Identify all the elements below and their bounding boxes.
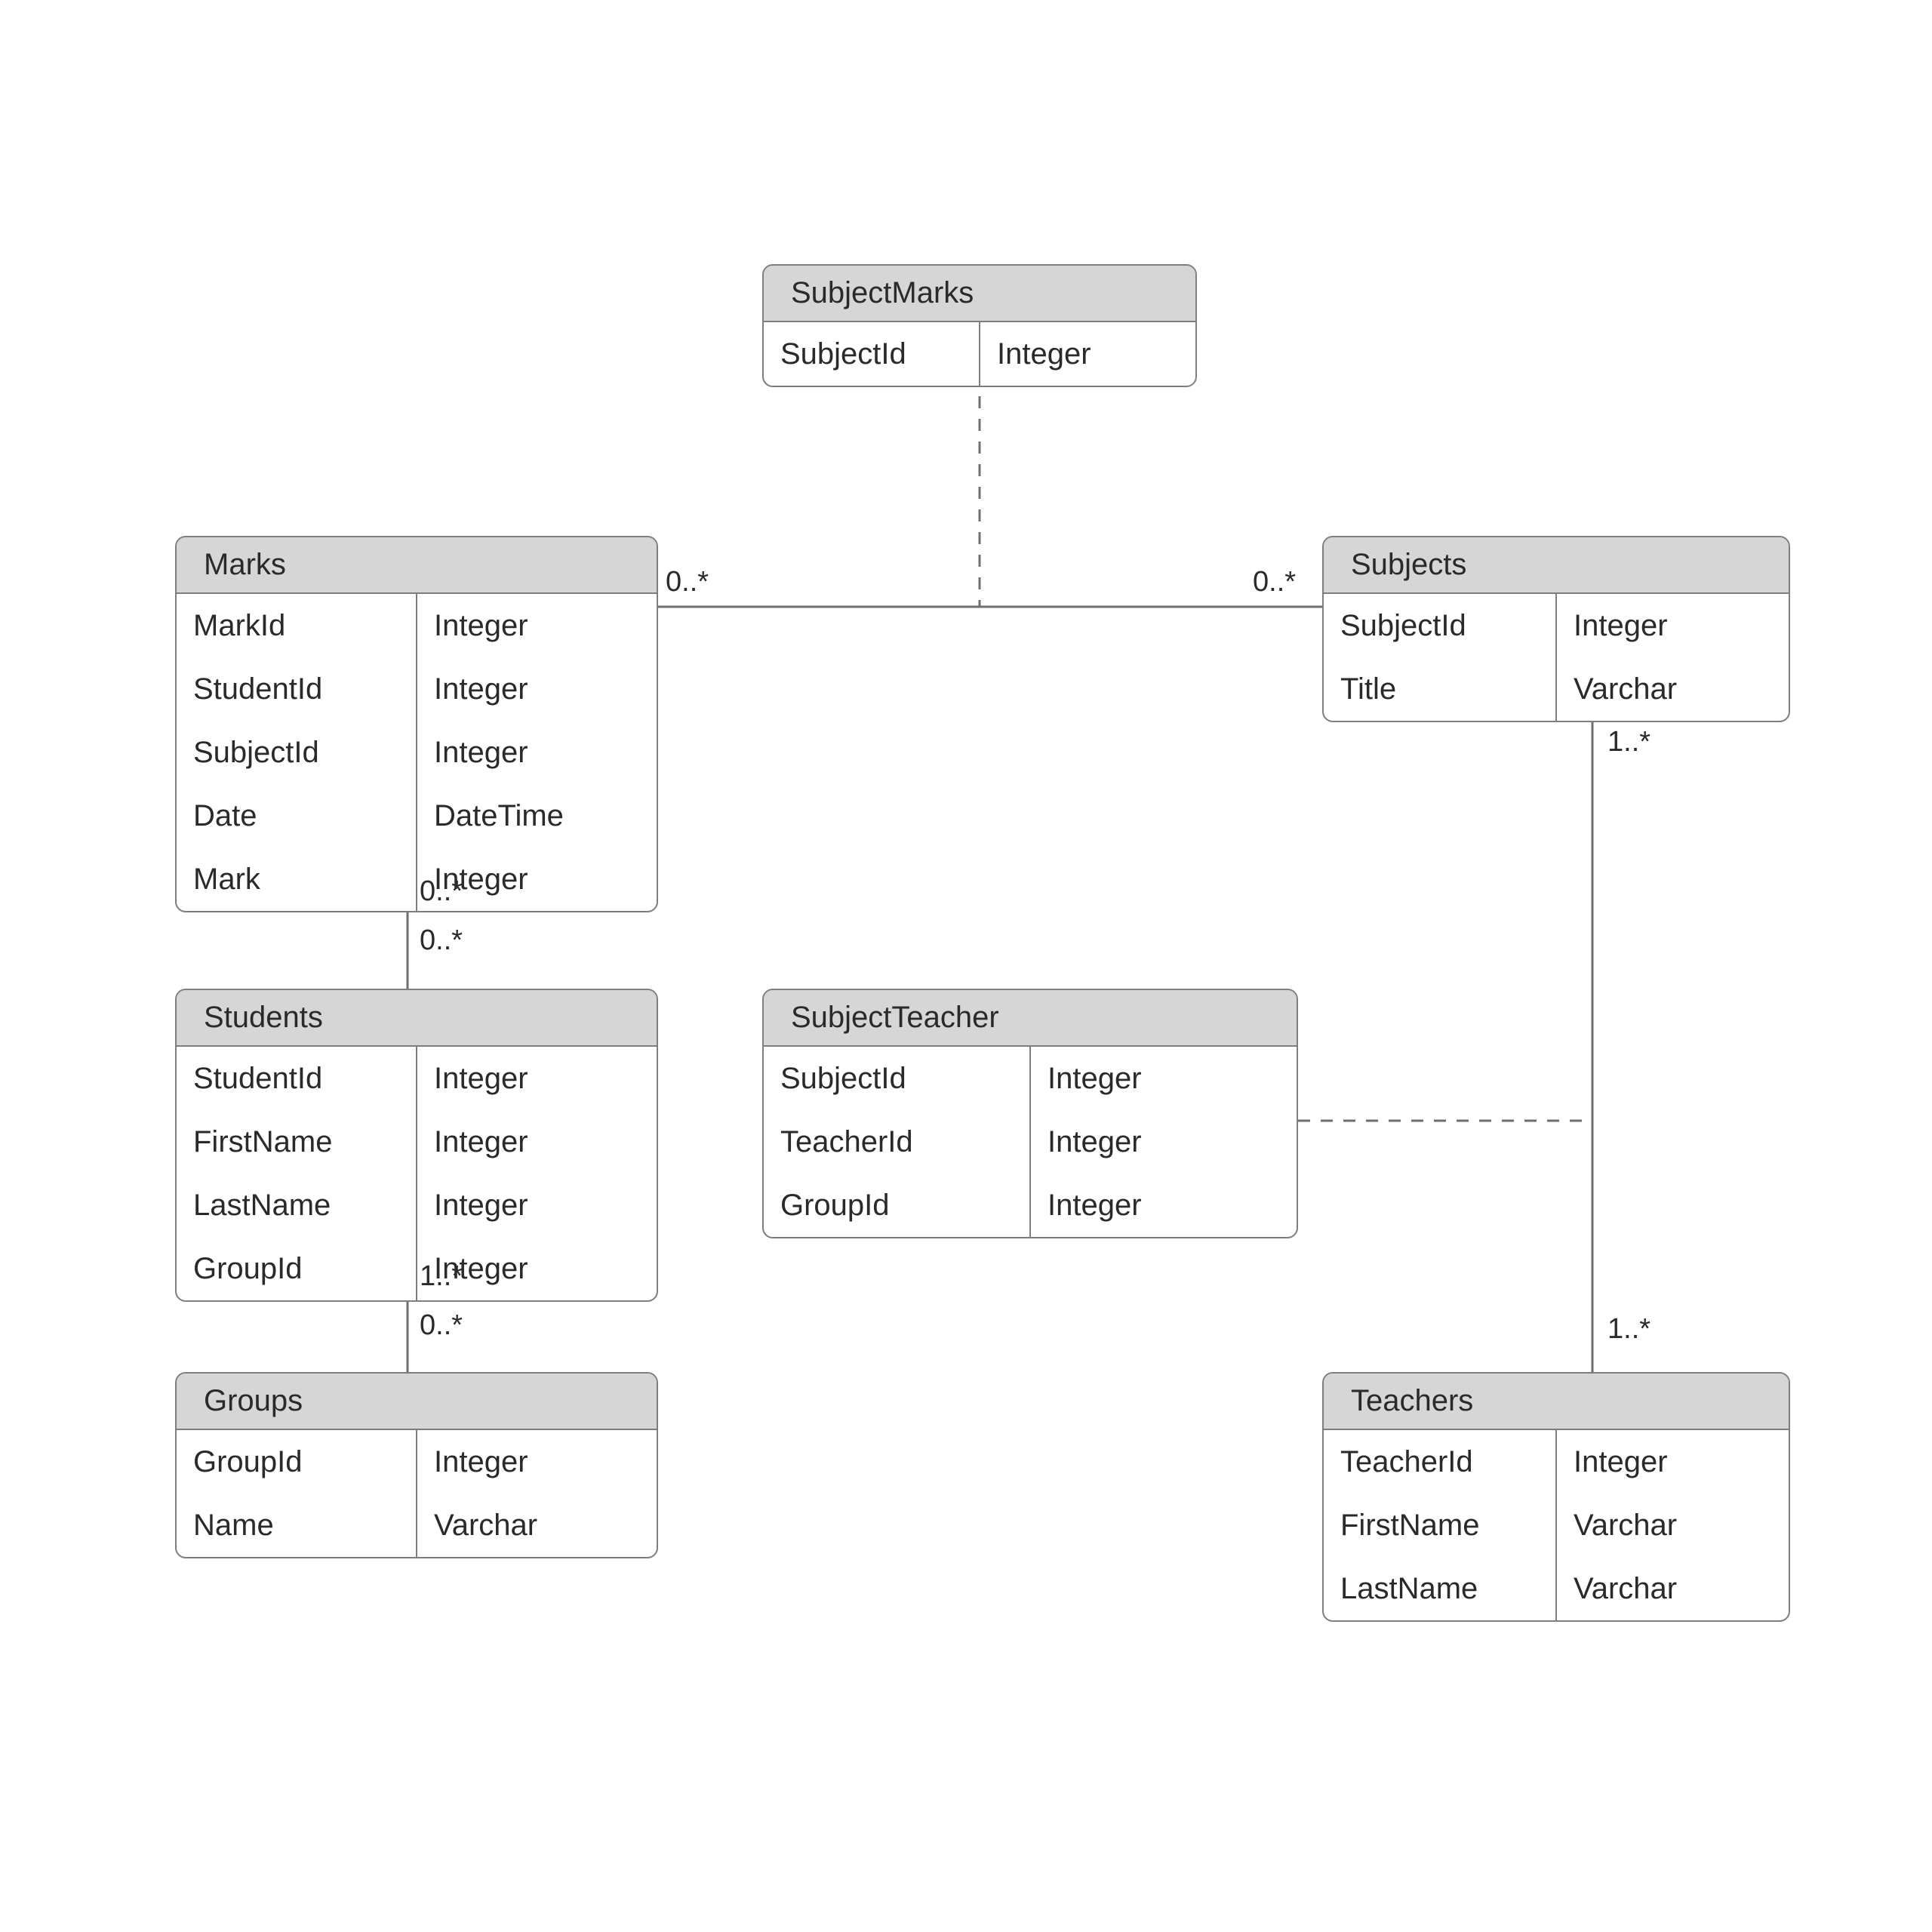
field-name: GroupId [177,1237,416,1300]
field-name: Title [1324,657,1555,721]
field-type: Integer [1557,1430,1789,1494]
field-type: Integer [417,1110,657,1174]
field-type: Varchar [1557,657,1789,721]
field-type: Integer [417,721,657,784]
field-name: Mark [177,848,416,911]
field-type: Integer [1031,1174,1297,1237]
field-name: LastName [1324,1557,1555,1620]
field-type: Integer [980,322,1195,386]
entity-subjectteacher: SubjectTeacher SubjectId TeacherId Group… [762,989,1298,1238]
entity-title: Subjects [1324,537,1789,594]
entity-title: Marks [177,537,657,594]
field-type: Integer [417,1047,657,1110]
entity-marks: Marks MarkId StudentId SubjectId Date Ma… [175,536,658,912]
entity-groups: Groups GroupId Name Integer Varchar [175,1372,658,1558]
multiplicity-label: 1..* [1607,1313,1651,1346]
field-type: Integer [417,1430,657,1494]
field-name: MarkId [177,594,416,657]
entity-students: Students StudentId FirstName LastName Gr… [175,989,658,1302]
field-name: GroupId [764,1174,1029,1237]
field-type: Integer [1557,594,1789,657]
field-name: LastName [177,1174,416,1237]
multiplicity-label: 0..* [666,566,709,598]
field-name: GroupId [177,1430,416,1494]
multiplicity-label: 0..* [420,875,463,908]
er-diagram-canvas: SubjectMarks SubjectId Integer Marks Mar… [0,0,1932,1932]
field-name: Name [177,1494,416,1557]
entity-teachers: Teachers TeacherId FirstName LastName In… [1322,1372,1790,1622]
field-type: Integer [417,594,657,657]
multiplicity-label: 0..* [1253,566,1296,598]
field-name: SubjectId [764,1047,1029,1110]
field-name: StudentId [177,657,416,721]
multiplicity-label: 1..* [420,1260,463,1293]
field-name: FirstName [1324,1494,1555,1557]
field-type: DateTime [417,784,657,848]
field-name: Date [177,784,416,848]
field-type: Integer [417,1174,657,1237]
entity-title: Teachers [1324,1374,1789,1430]
field-type: Integer [417,657,657,721]
field-name: FirstName [177,1110,416,1174]
entity-title: Groups [177,1374,657,1430]
entity-subjectmarks: SubjectMarks SubjectId Integer [762,264,1197,387]
field-name: SubjectId [1324,594,1555,657]
field-name: TeacherId [1324,1430,1555,1494]
entity-title: Students [177,990,657,1047]
field-type: Varchar [1557,1557,1789,1620]
field-type: Varchar [417,1494,657,1557]
field-name: SubjectId [764,322,979,386]
field-name: TeacherId [764,1110,1029,1174]
multiplicity-label: 1..* [1607,726,1651,758]
field-type: Integer [1031,1047,1297,1110]
multiplicity-label: 0..* [420,1309,463,1342]
field-name: SubjectId [177,721,416,784]
entity-title: SubjectTeacher [764,990,1297,1047]
multiplicity-label: 0..* [420,924,463,957]
field-type: Varchar [1557,1494,1789,1557]
field-name: StudentId [177,1047,416,1110]
entity-title: SubjectMarks [764,266,1195,322]
field-type: Integer [1031,1110,1297,1174]
entity-subjects: Subjects SubjectId Title Integer Varchar [1322,536,1790,722]
